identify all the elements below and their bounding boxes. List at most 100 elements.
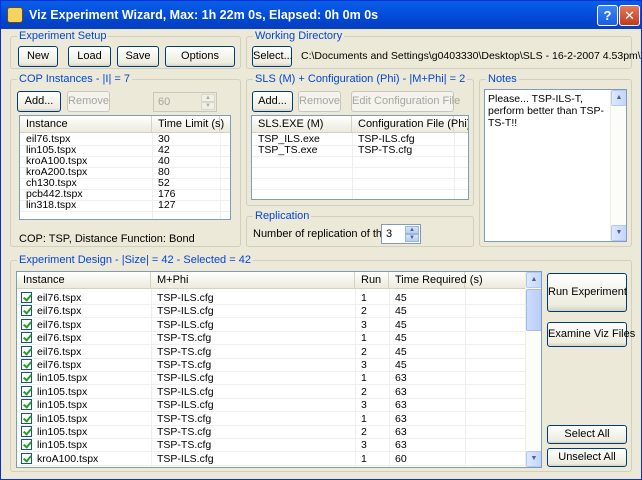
design-instance-cell: lin105.tspx [37,412,88,425]
col-config-file-header[interactable]: Configuration File (Phi) [352,116,468,133]
table-row[interactable]: lin105.tspx TSP-TS.cfg 3 63 [17,438,525,451]
cop-instances-list[interactable]: Instance Time Limit (s) eil76.tspx 30 lin1… [19,115,231,220]
close-button[interactable]: ✕ [619,5,640,26]
checkbox-checked-icon[interactable] [21,399,32,411]
table-row[interactable]: lin105.tspx TSP-ILS.cfg 2 63 [17,385,525,398]
design-run-cell: 1 [361,372,367,385]
design-instance-cell: eil76.tspx [37,359,82,371]
sls-config-title: SLS (M) + Configuration (Phi) - |M+Phi| … [253,73,468,86]
design-time-cell: 60 [395,452,407,465]
cop-remove-button[interactable]: Remove [67,91,110,112]
design-scrollbar[interactable]: ▲ ▼ [525,272,541,467]
design-time-cell: 45 [395,318,407,331]
table-row[interactable]: eil76.tspx TSP-ILS.cfg 3 45 [17,318,525,331]
table-row[interactable]: kroA100.tspx TSP-ILS.cfg 1 60 [17,452,525,465]
edit-configuration-button[interactable]: Edit Configuration File [351,91,460,112]
design-instance-cell: lin105.tspx [37,426,88,438]
notes-scrollbar[interactable]: ▲ ▼ [610,90,626,241]
design-time-cell: 45 [395,332,407,345]
scroll-up-icon[interactable]: ▲ [526,272,541,288]
checkbox-checked-icon[interactable] [21,372,32,384]
design-mphi-cell: TSP-TS.cfg [157,345,212,358]
sls-exe-cell: TSP_TS.exe [258,144,318,156]
experiment-design-title: Experiment Design - |Size| = 42 - Select… [17,254,253,267]
new-button[interactable]: New [18,46,58,67]
design-mphi-cell: TSP-TS.cfg [157,412,212,425]
design-time-cell: 45 [395,345,407,358]
design-time-cell: 63 [395,372,407,385]
design-mphi-cell: TSP-TS.cfg [157,426,212,438]
table-row[interactable]: lin105.tspx TSP-ILS.cfg 3 63 [17,398,525,411]
design-instance-cell: kroA100.tspx [37,452,99,465]
replication-spinner[interactable]: 3 ▲ ▼ [381,224,421,244]
spin-up-icon[interactable]: ▲ [201,94,215,102]
experiment-design-list[interactable]: Instance M+Phi Run Time Required (s) eil… [16,271,542,468]
app-icon [7,7,23,23]
col-design-run-header[interactable]: Run [355,272,389,289]
sls-add-button[interactable]: Add... [252,91,293,112]
list-item[interactable]: lin318.tspx 127 [20,200,220,211]
col-design-time-header[interactable]: Time Required (s) [389,272,483,289]
table-row[interactable]: lin105.tspx TSP-ILS.cfg 1 63 [17,371,525,384]
cop-instances-group: COP Instances - |I| = 7 Add... Remove 60… [10,73,241,247]
select-all-button[interactable]: Select All [547,425,627,444]
checkbox-checked-icon[interactable] [21,345,32,357]
design-run-cell: 2 [361,305,367,318]
table-row[interactable]: eil76.tspx TSP-ILS.cfg 2 45 [17,304,525,317]
table-row[interactable]: eil76.tspx TSP-TS.cfg 1 45 [17,331,525,344]
options-button[interactable]: Options [165,46,235,67]
unselect-all-button[interactable]: Unselect All [547,448,627,467]
cop-add-button[interactable]: Add... [17,91,61,112]
checkbox-checked-icon[interactable] [21,292,32,303]
working-directory-title: Working Directory [253,30,345,43]
checkbox-checked-icon[interactable] [21,305,32,317]
title-bar[interactable]: Viz Experiment Wizard, Max: 1h 22m 0s, E… [1,1,641,29]
examine-viz-files-button[interactable]: Examine Viz Files [547,322,635,347]
working-directory-group: Working Directory Select... C:\Documents… [246,30,642,69]
checkbox-checked-icon[interactable] [21,412,32,424]
design-mphi-cell: TSP-ILS.cfg [157,399,214,412]
design-run-cell: 3 [361,318,367,331]
select-directory-button[interactable]: Select... [252,46,293,67]
window-title: Viz Experiment Wizard, Max: 1h 22m 0s, E… [29,8,379,22]
save-button[interactable]: Save [117,46,159,67]
table-row[interactable]: eil76.tspx TSP-TS.cfg 3 45 [17,358,525,371]
sls-config-list[interactable]: SLS.EXE (M) Configuration File (Phi) TSP… [251,115,469,200]
scroll-down-icon[interactable]: ▼ [526,451,541,467]
table-row[interactable]: eil76.tspx TSP-TS.cfg 2 45 [17,345,525,358]
design-mphi-cell: TSP-ILS.cfg [157,452,214,465]
scroll-thumb[interactable] [526,289,541,331]
checkbox-checked-icon[interactable] [21,318,32,330]
design-mphi-cell: TSP-ILS.cfg [157,372,214,385]
load-button[interactable]: Load [68,46,111,67]
notes-text: Please... TSP-ILS-T, perform better than… [488,93,604,129]
run-experiment-button[interactable]: Run Experiment [547,273,627,312]
col-sls-exe-header[interactable]: SLS.EXE (M) [252,116,352,133]
scroll-up-icon[interactable]: ▲ [611,90,626,106]
checkbox-checked-icon[interactable] [21,452,32,464]
spin-down-icon[interactable]: ▼ [405,234,419,242]
col-time-limit-header[interactable]: Time Limit (s) [152,116,224,133]
spin-up-icon[interactable]: ▲ [405,226,419,234]
col-instance-header[interactable]: Instance [20,116,152,133]
table-row[interactable]: lin105.tspx TSP-TS.cfg 2 63 [17,425,525,438]
scroll-down-icon[interactable]: ▼ [611,225,626,241]
sls-remove-button[interactable]: Remove [298,91,341,112]
list-item[interactable]: TSP_TS.exe TSP-TS.cfg [252,145,454,156]
checkbox-checked-icon[interactable] [21,385,32,397]
design-time-cell: 63 [395,426,407,438]
notes-textarea[interactable]: Please... TSP-ILS-T, perform better than… [484,89,627,242]
design-run-cell: 3 [361,359,367,371]
spin-down-icon[interactable]: ▼ [201,102,215,110]
col-design-mphi-header[interactable]: M+Phi [151,272,355,289]
checkbox-checked-icon[interactable] [21,439,32,451]
checkbox-checked-icon[interactable] [21,359,32,370]
col-design-instance-header[interactable]: Instance [17,272,151,289]
help-button[interactable]: ? [597,5,618,26]
table-row[interactable]: lin105.tspx TSP-TS.cfg 1 63 [17,412,525,425]
time-limit-spinner[interactable]: 60 ▲ ▼ [153,92,217,112]
table-row[interactable]: eil76.tspx TSP-ILS.cfg 1 45 [17,291,525,304]
checkbox-checked-icon[interactable] [21,426,32,437]
design-time-cell: 63 [395,385,407,398]
checkbox-checked-icon[interactable] [21,332,32,344]
